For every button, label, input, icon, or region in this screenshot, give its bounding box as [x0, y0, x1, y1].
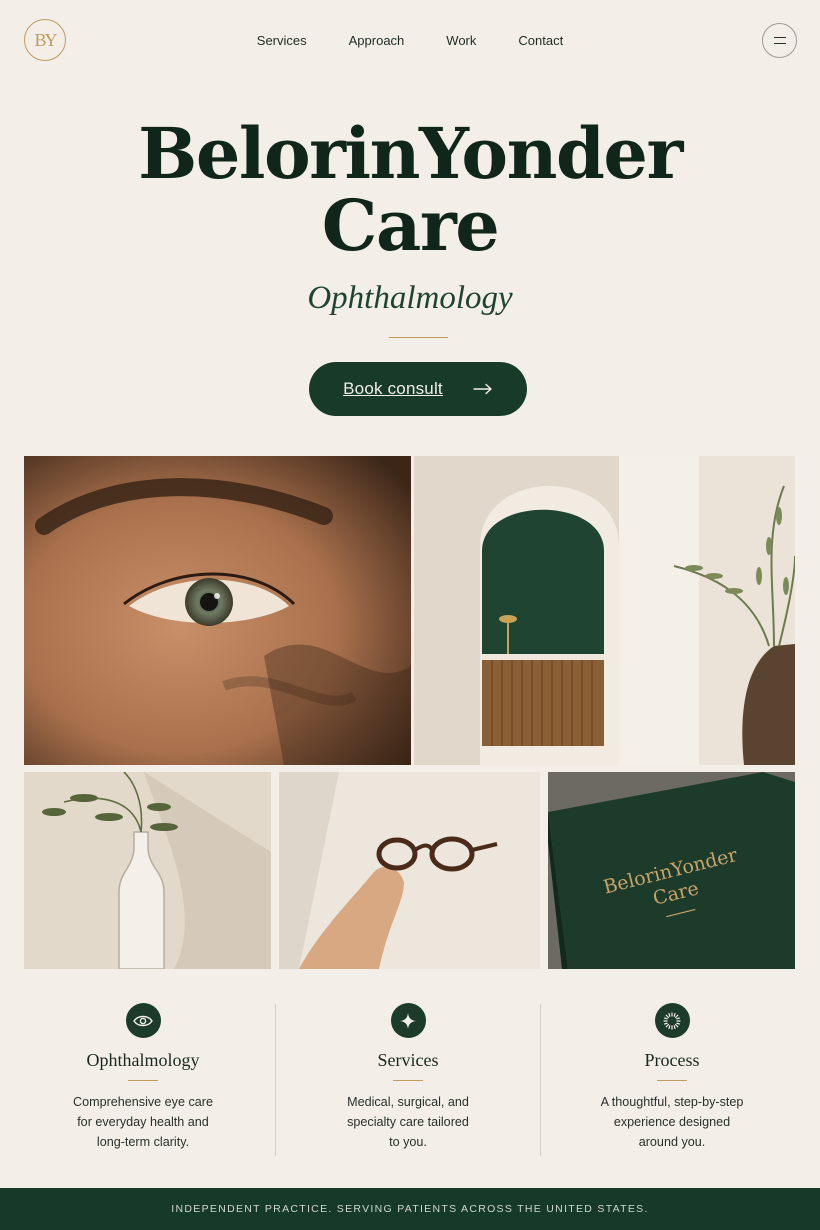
photo-clinic-interior [414, 456, 795, 765]
nav-approach[interactable]: Approach [349, 33, 405, 48]
hero-title: BelorinYonder Care [0, 118, 820, 262]
feature-services: Services Medical, surgical, and specialt… [288, 1003, 528, 1152]
eye-icon [125, 1003, 161, 1038]
photo-brand-book: BelorinYonder Care [548, 772, 795, 969]
feature-title: Services [377, 1050, 439, 1070]
menu-button[interactable] [762, 23, 797, 58]
feature-title: Process [644, 1050, 700, 1070]
menu-icon-line-top [773, 36, 786, 38]
feature-process: Process A thoughtful, step-by-step exper… [552, 1003, 792, 1152]
arrow-right-icon [473, 379, 493, 399]
sunburst-icon [654, 1003, 690, 1038]
hero-title-line-1: BelorinYonder [138, 112, 683, 195]
photo-eyeglasses-hand [279, 772, 540, 969]
sparkle-icon [390, 1003, 426, 1038]
hero-subtitle: Ophthalmology [307, 280, 513, 316]
feature-ophthalmology: Ophthalmology Comprehensive eye care for… [23, 1003, 263, 1152]
main-nav: Services Approach Work Contact [0, 33, 820, 48]
feature-description: A thoughtful, step-by-step experience de… [600, 1095, 744, 1150]
nav-services[interactable]: Services [257, 33, 307, 48]
hero-divider [389, 337, 448, 339]
footer-text: INDEPENDENT PRACTICE. SERVING PATIENTS A… [171, 1203, 649, 1215]
photo-eye-closeup [24, 456, 411, 765]
hero-title-line-2: Care [321, 184, 500, 267]
book-consult-button[interactable]: Book consult [309, 362, 527, 416]
photo-glass-vase [24, 772, 271, 969]
feature-divider [657, 1080, 687, 1082]
footer: INDEPENDENT PRACTICE. SERVING PATIENTS A… [0, 1188, 820, 1230]
book-consult-label: Book consult [343, 379, 443, 398]
feature-divider [393, 1080, 423, 1082]
feature-divider [128, 1080, 158, 1082]
feature-title: Ophthalmology [86, 1050, 200, 1070]
menu-icon-line-bottom [773, 43, 786, 45]
nav-work[interactable]: Work [446, 33, 476, 48]
feature-description: Comprehensive eye care for everyday heal… [72, 1095, 213, 1150]
feature-separator [540, 1004, 541, 1156]
feature-separator [275, 1004, 276, 1156]
feature-description: Medical, surgical, and specialty care ta… [347, 1095, 469, 1150]
nav-contact[interactable]: Contact [518, 33, 563, 48]
